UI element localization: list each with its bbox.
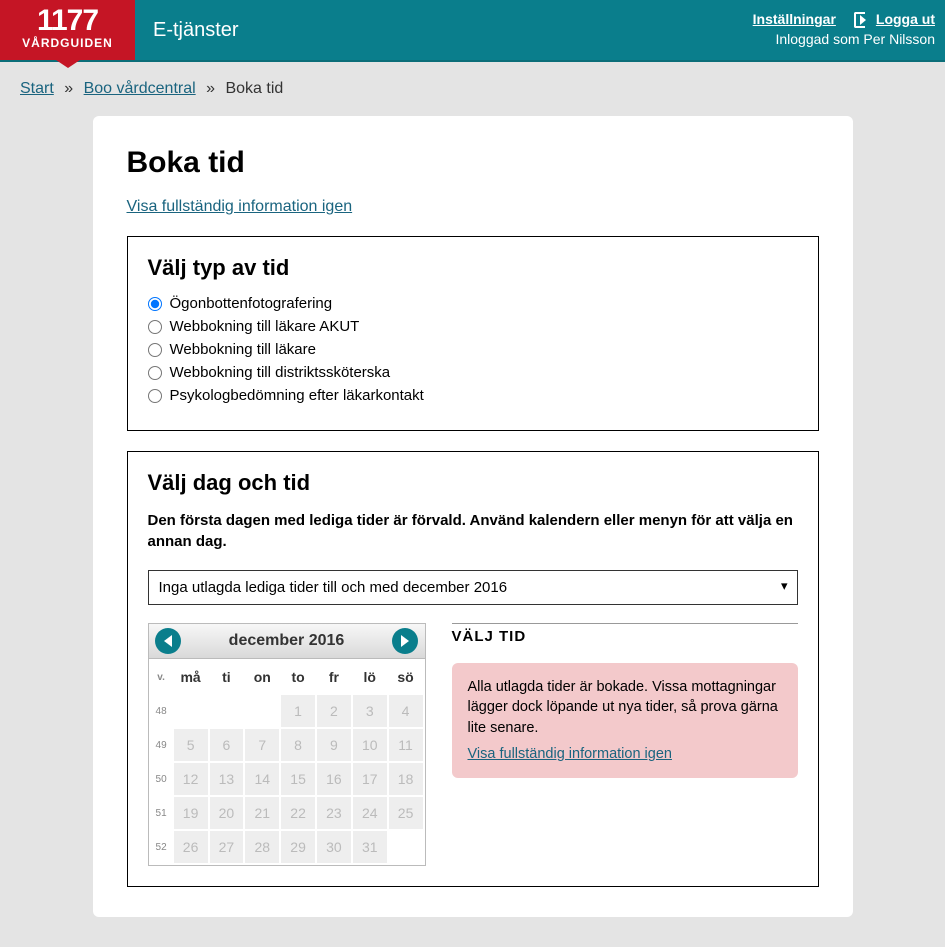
page-title: Boka tid bbox=[127, 146, 819, 180]
logo[interactable]: 1177 VÅRDGUIDEN bbox=[0, 0, 135, 60]
calendar-day-header: ti bbox=[209, 660, 245, 694]
logout-icon bbox=[854, 12, 870, 28]
calendar-day[interactable]: 15 bbox=[280, 762, 316, 796]
breadcrumb-separator: » bbox=[200, 80, 221, 97]
calendar-day[interactable]: 10 bbox=[352, 728, 388, 762]
day-instruction: Den första dagen med lediga tider är för… bbox=[148, 510, 798, 552]
appointment-type-option[interactable]: Ögonbottenfotografering bbox=[148, 295, 798, 312]
calendar-week-number: 51 bbox=[150, 796, 173, 830]
breadcrumb: Start » Boo vårdcentral » Boka tid bbox=[0, 62, 945, 116]
calendar-day[interactable]: 20 bbox=[209, 796, 245, 830]
calendar-day[interactable]: 9 bbox=[316, 728, 352, 762]
calendar-day[interactable]: 2 bbox=[316, 694, 352, 728]
calendar-day[interactable]: 4 bbox=[388, 694, 424, 728]
calendar-day[interactable]: 21 bbox=[244, 796, 280, 830]
section-type-heading: Välj typ av tid bbox=[148, 255, 798, 281]
calendar-prev-button[interactable] bbox=[155, 628, 181, 654]
calendar-day[interactable]: 28 bbox=[244, 830, 280, 864]
calendar-day[interactable]: 26 bbox=[173, 830, 209, 864]
calendar-day[interactable]: 12 bbox=[173, 762, 209, 796]
calendar: december 2016 v.måtiontofrlösö4812344956… bbox=[148, 623, 426, 866]
appointment-type-radio[interactable] bbox=[148, 366, 162, 380]
section-choose-day: Välj dag och tid Den första dagen med le… bbox=[127, 451, 819, 887]
appointment-type-label: Webbokning till läkare bbox=[170, 341, 316, 358]
section-choose-type: Välj typ av tid Ögonbottenfotografering W… bbox=[127, 236, 819, 431]
calendar-day[interactable]: 7 bbox=[244, 728, 280, 762]
calendar-title: december 2016 bbox=[229, 632, 345, 650]
info-box-link[interactable]: Visa fullständig information igen bbox=[468, 744, 782, 764]
calendar-week-number: 49 bbox=[150, 728, 173, 762]
appointment-type-option[interactable]: Webbokning till läkare bbox=[148, 341, 798, 358]
calendar-day-header: sö bbox=[388, 660, 424, 694]
calendar-day[interactable]: 3 bbox=[352, 694, 388, 728]
appointment-type-radio[interactable] bbox=[148, 320, 162, 334]
breadcrumb-current: Boka tid bbox=[225, 80, 283, 97]
appointment-type-label: Webbokning till läkare AKUT bbox=[170, 318, 360, 335]
logged-in-as: Inloggad som Per Nilsson bbox=[753, 30, 935, 50]
logo-subtitle: VÅRDGUIDEN bbox=[0, 36, 135, 50]
calendar-day[interactable]: 30 bbox=[316, 830, 352, 864]
breadcrumb-separator: » bbox=[58, 80, 79, 97]
appointment-type-label: Psykologbedömning efter läkarkontakt bbox=[170, 387, 424, 404]
settings-link[interactable]: Inställningar bbox=[753, 10, 836, 30]
logo-number: 1177 bbox=[0, 0, 135, 36]
no-times-info-box: Alla utlagda tider är bokade. Vissa mott… bbox=[452, 663, 798, 778]
calendar-day[interactable]: 14 bbox=[244, 762, 280, 796]
choose-time-heading: VÄLJ TID bbox=[452, 623, 798, 645]
appointment-type-option[interactable]: Webbokning till distriktssköterska bbox=[148, 364, 798, 381]
appointment-type-radio[interactable] bbox=[148, 343, 162, 357]
calendar-day[interactable]: 17 bbox=[352, 762, 388, 796]
calendar-day[interactable]: 24 bbox=[352, 796, 388, 830]
section-day-heading: Välj dag och tid bbox=[148, 470, 798, 496]
appointment-type-option[interactable]: Webbokning till läkare AKUT bbox=[148, 318, 798, 335]
calendar-week-number: 50 bbox=[150, 762, 173, 796]
info-box-text: Alla utlagda tider är bokade. Vissa mott… bbox=[468, 679, 778, 736]
calendar-day-header: må bbox=[173, 660, 209, 694]
appointment-type-label: Ögonbottenfotografering bbox=[170, 295, 333, 312]
calendar-next-button[interactable] bbox=[392, 628, 418, 654]
calendar-week-header: v. bbox=[150, 660, 173, 694]
appointment-type-radio[interactable] bbox=[148, 389, 162, 403]
time-column: VÄLJ TID Alla utlagda tider är bokade. V… bbox=[452, 623, 798, 778]
calendar-day[interactable]: 31 bbox=[352, 830, 388, 864]
calendar-day[interactable]: 19 bbox=[173, 796, 209, 830]
chevron-right-icon bbox=[401, 635, 409, 647]
calendar-day[interactable]: 5 bbox=[173, 728, 209, 762]
calendar-day[interactable]: 25 bbox=[388, 796, 424, 830]
calendar-day[interactable]: 18 bbox=[388, 762, 424, 796]
appointment-type-option[interactable]: Psykologbedömning efter läkarkontakt bbox=[148, 387, 798, 404]
calendar-day-header: lö bbox=[352, 660, 388, 694]
appointment-type-label: Webbokning till distriktssköterska bbox=[170, 364, 391, 381]
service-name: E-tjänster bbox=[153, 19, 239, 42]
calendar-day[interactable]: 23 bbox=[316, 796, 352, 830]
calendar-day[interactable]: 11 bbox=[388, 728, 424, 762]
top-header: 1177 VÅRDGUIDEN E-tjänster Inställningar… bbox=[0, 0, 945, 62]
header-right: Inställningar Logga ut Inloggad som Per … bbox=[753, 10, 935, 49]
available-times-dropdown[interactable]: Inga utlagda lediga tider till och med d… bbox=[148, 570, 798, 605]
calendar-day[interactable]: 6 bbox=[209, 728, 245, 762]
chevron-left-icon bbox=[164, 635, 172, 647]
calendar-day[interactable]: 1 bbox=[280, 694, 316, 728]
calendar-day[interactable]: 13 bbox=[209, 762, 245, 796]
calendar-day[interactable]: 8 bbox=[280, 728, 316, 762]
calendar-week-number: 48 bbox=[150, 694, 173, 728]
show-full-info-link[interactable]: Visa fullständig information igen bbox=[127, 198, 353, 215]
calendar-day[interactable]: 27 bbox=[209, 830, 245, 864]
breadcrumb-start[interactable]: Start bbox=[20, 80, 54, 97]
logout-link[interactable]: Logga ut bbox=[876, 10, 935, 30]
calendar-day[interactable]: 22 bbox=[280, 796, 316, 830]
breadcrumb-center[interactable]: Boo vårdcentral bbox=[84, 80, 196, 97]
calendar-day[interactable]: 16 bbox=[316, 762, 352, 796]
calendar-day-header: on bbox=[244, 660, 280, 694]
calendar-day-header: fr bbox=[316, 660, 352, 694]
calendar-day[interactable]: 29 bbox=[280, 830, 316, 864]
calendar-day-header: to bbox=[280, 660, 316, 694]
appointment-type-radio[interactable] bbox=[148, 297, 162, 311]
calendar-week-number: 52 bbox=[150, 830, 173, 864]
main-card: Boka tid Visa fullständig information ig… bbox=[93, 116, 853, 917]
